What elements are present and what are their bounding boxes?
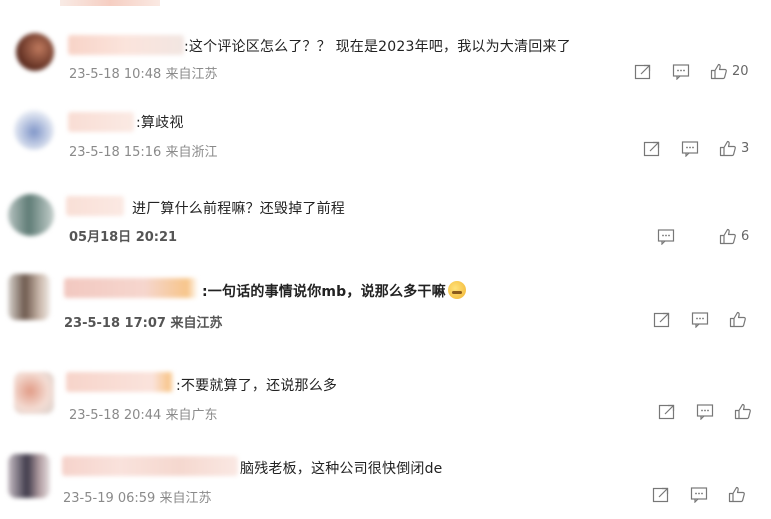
comment-text: 进厂算什么前程嘛？还毁掉了前程 [132, 201, 345, 217]
comment-actions [653, 311, 747, 328]
comment-text: :这个评论区怎么了？？ 现在是2023年吧，我以为大清回来了 [184, 39, 571, 55]
avatar[interactable] [16, 33, 54, 71]
comment-meta: 23-5-19 06:59 来自江苏 [63, 491, 212, 506]
username-redacted[interactable] [68, 35, 184, 55]
comment-icon[interactable] [681, 140, 699, 157]
share-icon[interactable] [634, 63, 652, 80]
comment-icon[interactable] [690, 486, 708, 503]
avatar[interactable] [14, 372, 54, 414]
comment-item: 进厂算什么前程嘛？还毁掉了前程 05月18日 20:21 6 [0, 192, 771, 252]
comment-item: :算歧视 23-5-18 15:16 来自浙江 3 [0, 106, 771, 166]
sweat-smile-emoji-icon [447, 281, 466, 299]
thumbs-up-icon [719, 228, 736, 245]
like-button[interactable]: 20 [710, 63, 749, 80]
avatar[interactable] [8, 194, 54, 236]
share-icon[interactable] [658, 403, 676, 420]
comment-icon[interactable] [657, 228, 675, 245]
thumbs-up-icon [719, 140, 736, 157]
thumbs-up-icon [734, 403, 751, 420]
cropped-previous-comment [60, 0, 160, 6]
username-redacted[interactable] [62, 456, 238, 476]
username-redacted[interactable] [68, 112, 134, 132]
comment-icon[interactable] [672, 63, 690, 80]
comment-item: :一句话的事情说你mb，说那么多干嘛 23-5-18 17:07 来自江苏 [0, 272, 771, 332]
like-count: 6 [741, 229, 750, 244]
comment-text: 脑残老板，这种公司很快倒闭de [240, 461, 443, 477]
avatar[interactable] [8, 274, 50, 320]
like-button[interactable] [729, 311, 747, 328]
comment-icon[interactable] [691, 311, 709, 328]
comment-actions: 20 [634, 63, 749, 80]
username-redacted[interactable] [66, 196, 124, 216]
share-icon[interactable] [653, 311, 671, 328]
comment-icon[interactable] [696, 403, 714, 420]
like-button[interactable]: 6 [719, 228, 749, 245]
thumbs-up-icon [729, 311, 746, 328]
thumbs-up-icon [710, 63, 727, 80]
avatar[interactable] [14, 110, 54, 150]
like-count: 20 [732, 64, 749, 79]
thumbs-up-icon [728, 486, 745, 503]
comment-meta: 23-5-18 15:16 来自浙江 [69, 145, 218, 160]
comment-text: :不要就算了，还说那么多 [176, 378, 338, 394]
comment-item: :不要就算了，还说那么多 23-5-18 20:44 来自广东 [0, 368, 771, 428]
like-button[interactable] [728, 486, 746, 503]
comment-text-content: :一句话的事情说你mb，说那么多干嘛 [202, 284, 446, 300]
comment-actions [658, 403, 752, 420]
avatar[interactable] [8, 454, 50, 498]
comment-meta: 23-5-18 20:44 来自广东 [69, 408, 218, 423]
comment-meta: 23-5-18 17:07 来自江苏 [64, 316, 223, 331]
comment-meta: 05月18日 20:21 [69, 230, 178, 245]
like-button[interactable]: 3 [719, 140, 749, 157]
comment-meta: 23-5-18 10:48 来自江苏 [69, 67, 218, 82]
like-button[interactable] [734, 403, 752, 420]
comment-actions: 6 [657, 228, 749, 245]
comment-actions: 3 [643, 140, 749, 157]
comment-text: :一句话的事情说你mb，说那么多干嘛 [202, 281, 466, 301]
username-redacted[interactable] [66, 372, 174, 392]
comment-actions [652, 486, 746, 503]
share-icon[interactable] [652, 486, 670, 503]
comment-text: :算歧视 [136, 115, 184, 131]
like-count: 3 [741, 141, 750, 156]
share-icon[interactable] [643, 140, 661, 157]
comment-item: 脑残老板，这种公司很快倒闭de 23-5-19 06:59 来自江苏 [0, 452, 771, 512]
username-redacted[interactable] [64, 278, 198, 298]
comment-item: :这个评论区怎么了？？ 现在是2023年吧，我以为大清回来了 23-5-18 1… [0, 30, 771, 90]
